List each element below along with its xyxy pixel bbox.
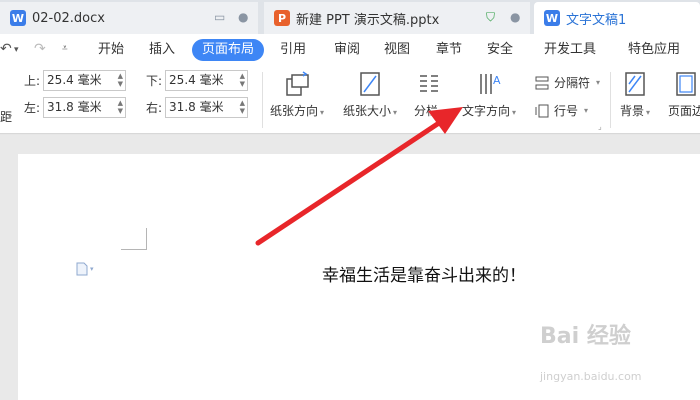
page-border-label: 页面边: [668, 104, 700, 118]
menu-page-layout[interactable]: 页面布局: [192, 39, 265, 61]
margin-right-value: 31.8 毫米: [169, 100, 224, 114]
divider: [262, 72, 263, 128]
margin-left-value: 31.8 毫米: [47, 100, 102, 114]
redo-icon[interactable]: ↷: [34, 41, 46, 57]
menu-developer[interactable]: 开发工具: [538, 39, 602, 61]
page-border-button[interactable]: 页面边: [668, 70, 700, 119]
chevron-down-icon[interactable]: ▾: [14, 45, 19, 55]
spinner-icon[interactable]: ▲ ▼: [240, 72, 245, 88]
margin-bottom-field[interactable]: 25.4 毫米 ▲ ▼: [165, 70, 249, 91]
menu-special[interactable]: 特色应用: [622, 39, 686, 61]
menu-view[interactable]: 视图: [378, 39, 416, 61]
tab-title: 文字文稿1: [566, 12, 627, 28]
chevron-down-icon: ▾: [596, 78, 601, 87]
tab-title: 02-02.docx: [32, 10, 105, 26]
expand-corner-icon[interactable]: ⌟: [598, 122, 602, 131]
paper-size-label: 纸张大小: [343, 104, 392, 118]
chevron-down-icon[interactable]: ▾: [8, 112, 12, 121]
close-dot-icon[interactable]: ●: [238, 10, 248, 24]
margin-left-row: 左: 31.8 毫米 ▲ ▼: [24, 97, 127, 118]
text-direction-button[interactable]: A 文字方向 ▾: [462, 70, 516, 119]
menu-start[interactable]: 开始: [92, 39, 130, 61]
margin-right-field[interactable]: 31.8 毫米 ▲ ▼: [165, 97, 249, 118]
menu-security[interactable]: 安全: [481, 39, 519, 61]
page-layout-toolbar: 距 ▾ 上: 25.4 毫米 ▲ ▼ 下: 25.4 毫米 ▲ ▼ 左: 31.8 …: [0, 64, 700, 134]
margin-right-row: 右: 31.8 毫米 ▲ ▼: [146, 97, 249, 118]
menu-insert[interactable]: 插入: [143, 39, 181, 61]
word-icon: W: [544, 10, 560, 26]
margin-left-label: 左:: [24, 101, 41, 115]
line-number-icon: [535, 104, 549, 117]
orientation-button[interactable]: 纸张方向 ▾: [270, 70, 324, 119]
background-label: 背景: [620, 104, 645, 118]
margin-top-field[interactable]: 25.4 毫米 ▲ ▼: [43, 70, 127, 91]
word-icon: W: [10, 10, 26, 26]
menu-review[interactable]: 审阅: [328, 39, 366, 61]
text-direction-icon: A: [480, 74, 501, 94]
watermark-url: jingyan.baidu.com: [540, 370, 642, 383]
paragraph-handle[interactable]: ▾: [76, 262, 94, 276]
monitor-icon[interactable]: ▭: [214, 10, 225, 24]
tab-doc1[interactable]: W 文字文稿1: [534, 2, 700, 34]
margin-bottom-row: 下: 25.4 毫米 ▲ ▼: [146, 70, 249, 91]
spinner-icon[interactable]: ▲ ▼: [240, 99, 245, 115]
spinner-icon[interactable]: ▲ ▼: [118, 72, 123, 88]
tab-bar: W 02-02.docx ▭ ● P 新建 PPT 演示文稿.pptx ⛉ ● …: [0, 0, 700, 34]
tab-pptx[interactable]: P 新建 PPT 演示文稿.pptx ⛉ ●: [264, 2, 530, 34]
text-direction-label: 文字方向: [462, 104, 511, 118]
chevron-down-icon: ▾: [320, 108, 325, 117]
tab-docx[interactable]: W 02-02.docx ▭ ●: [0, 2, 258, 34]
watermark-logo: Bai 经验: [540, 324, 631, 349]
margin-bottom-label: 下:: [146, 74, 163, 88]
chevron-down-icon: ▾: [393, 108, 398, 117]
line-number-label: 行号: [554, 104, 579, 118]
menu-references[interactable]: 引用: [274, 39, 312, 61]
document-text[interactable]: 幸福生活是靠奋斗出来的！: [322, 261, 526, 286]
customize-icon[interactable]: ⩡: [62, 43, 68, 54]
paper-size-icon: [360, 72, 380, 96]
margin-top-row: 上: 25.4 毫米 ▲ ▼: [24, 70, 127, 91]
background-icon: [625, 72, 645, 96]
line-number-button[interactable]: 行号 ▾: [534, 102, 588, 119]
margin-right-label: 右:: [146, 101, 163, 115]
columns-icon: [420, 75, 439, 92]
columns-label: 分栏: [414, 104, 439, 118]
spinner-icon[interactable]: ▲ ▼: [118, 99, 123, 115]
ribbon-menu: ↶ ▾ ↷ ⩡ 开始 插入 页面布局 引用 审阅 视图 章节 安全 开发工具 特…: [0, 34, 700, 64]
margin-left-field[interactable]: 31.8 毫米 ▲ ▼: [43, 97, 127, 118]
chevron-down-icon: ▾: [440, 108, 445, 117]
tab-title: 新建 PPT 演示文稿.pptx: [296, 12, 440, 28]
undo-icon[interactable]: ↶: [0, 41, 12, 57]
margin-bottom-value: 25.4 毫米: [169, 73, 224, 87]
margin-corner-mark: [121, 249, 147, 250]
divider: [610, 72, 611, 128]
document-icon: [76, 262, 88, 276]
margin-top-label: 上:: [24, 74, 41, 88]
chevron-down-icon: ▾: [512, 108, 517, 117]
svg-text:A: A: [493, 74, 501, 87]
separator-icon: [535, 76, 549, 89]
separator-button[interactable]: 分隔符 ▾: [534, 74, 600, 91]
chevron-down-icon: ▾: [646, 108, 651, 117]
background-button[interactable]: 背景 ▾: [620, 70, 650, 119]
orientation-label: 纸张方向: [270, 104, 319, 118]
shield-icon[interactable]: ⛉: [486, 10, 495, 25]
margin-top-value: 25.4 毫米: [47, 73, 102, 87]
chevron-down-icon: ▾: [90, 265, 94, 273]
chevron-down-icon: ▾: [584, 106, 589, 115]
separator-label: 分隔符: [554, 76, 591, 90]
orientation-icon: [286, 71, 309, 96]
ppt-icon: P: [274, 10, 290, 26]
menu-chapter[interactable]: 章节: [430, 39, 468, 61]
margin-corner-mark: [146, 228, 147, 250]
columns-button[interactable]: 分栏 ▾: [414, 70, 444, 119]
page-border-icon: [676, 72, 696, 96]
close-dot-icon[interactable]: ●: [510, 10, 520, 24]
paper-size-button[interactable]: 纸张大小 ▾: [343, 70, 397, 119]
